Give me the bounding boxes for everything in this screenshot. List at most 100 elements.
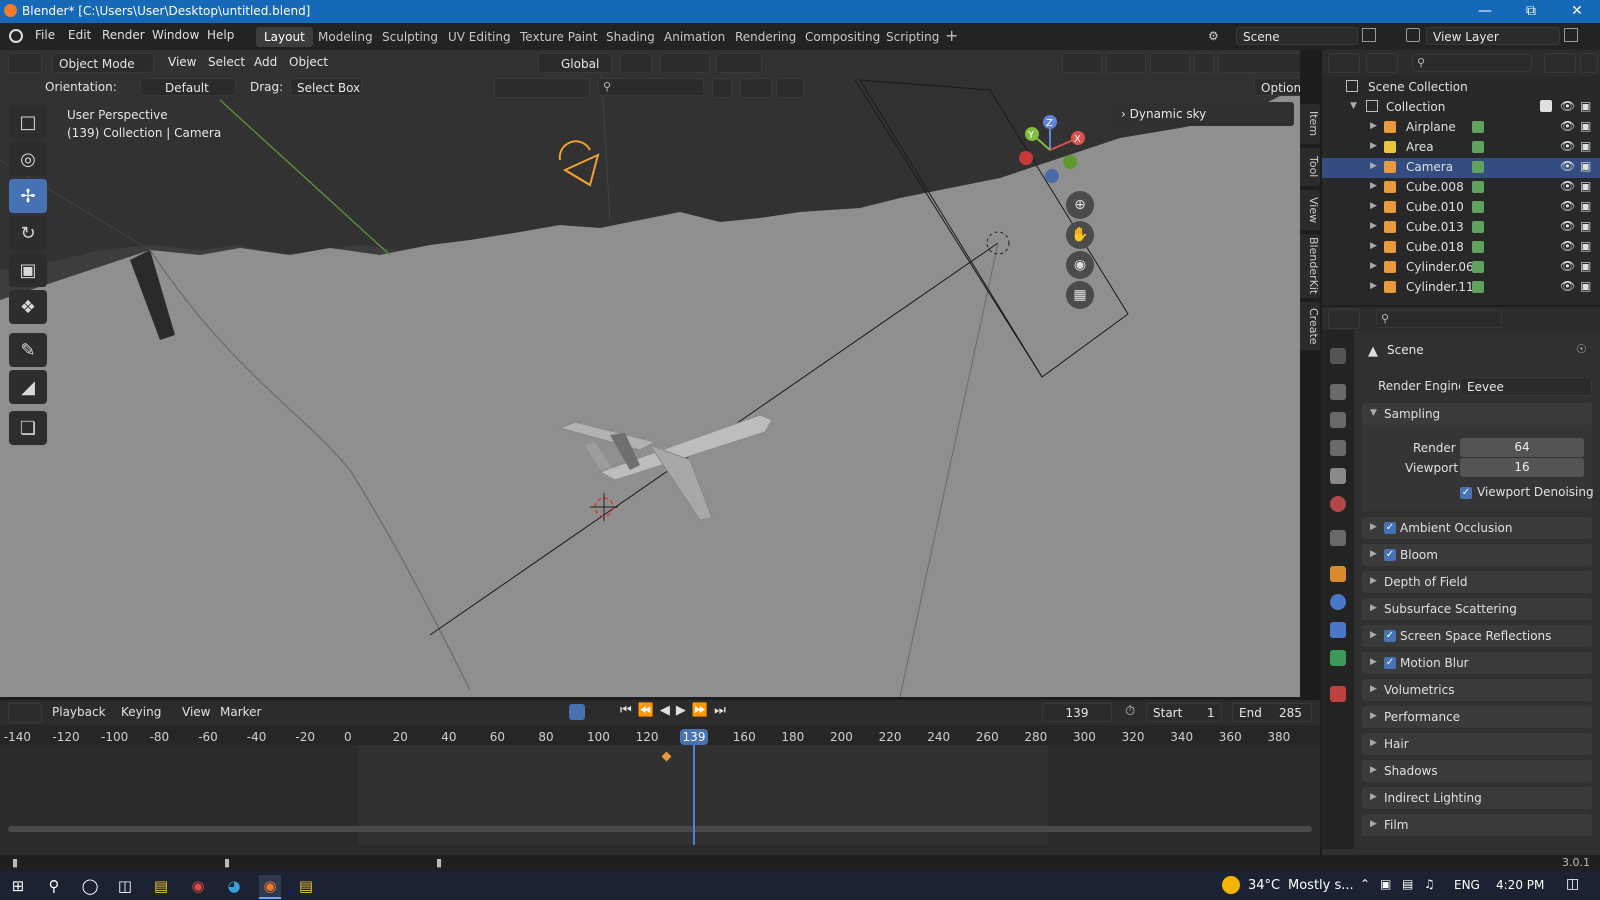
section-header[interactable]: ▶ Depth of Field: [1362, 571, 1592, 593]
section-header[interactable]: ▶ Shadows: [1362, 760, 1592, 782]
stopwatch-icon[interactable]: ⏱: [1125, 704, 1135, 719]
playback-controls-icon[interactable]: ⏮⏪◀▶⏩⏭: [620, 703, 732, 718]
render-engine-dropdown[interactable]: Eevee: [1460, 377, 1592, 396]
proportional-edit-icon[interactable]: [716, 53, 762, 73]
timeline-menu-marker[interactable]: Marker: [220, 705, 261, 719]
mesh-filter-icon[interactable]: [712, 78, 732, 98]
eye-icon[interactable]: 👁: [1560, 139, 1575, 153]
expand-icon[interactable]: ▶: [1370, 261, 1377, 271]
object-data-props-icon[interactable]: [1330, 650, 1346, 666]
pin-icon[interactable]: ☉: [1576, 342, 1587, 356]
camera-view-icon[interactable]: ◉: [1066, 251, 1094, 279]
tab-sculpting[interactable]: Sculpting: [374, 27, 446, 47]
viewport-menu-view[interactable]: View: [168, 55, 196, 69]
navigation-gizmo[interactable]: Z X Y: [1010, 110, 1090, 190]
dynamic-sky-panel[interactable]: › Dynamic sky: [1111, 102, 1294, 126]
section-header[interactable]: ▶ Film: [1362, 814, 1592, 836]
tab-rendering[interactable]: Rendering: [727, 27, 804, 47]
section-header[interactable]: ▶ ✓ Motion Blur: [1362, 652, 1592, 674]
timeline-panel[interactable]: [0, 700, 1320, 855]
chrome-icon[interactable]: ◉: [187, 875, 209, 897]
scene-props-icon[interactable]: [1330, 468, 1346, 484]
edge-icon[interactable]: ◕: [223, 875, 245, 897]
visibility-icon[interactable]: [1062, 53, 1102, 73]
eye-icon[interactable]: 👁: [1560, 239, 1575, 253]
annotate-tool[interactable]: ✎: [9, 333, 47, 367]
orientation-dropdown[interactable]: Default: [140, 78, 236, 96]
timeline-menu-view[interactable]: View: [182, 705, 210, 719]
constraints-props-icon[interactable]: [1330, 622, 1346, 638]
object-mode-dropdown[interactable]: Object Mode: [52, 53, 154, 73]
tab-shading[interactable]: Shading: [598, 27, 663, 47]
tab-modeling[interactable]: Modeling: [310, 27, 381, 47]
snap-target-icon[interactable]: [740, 78, 772, 98]
eye-icon[interactable]: 👁: [1560, 119, 1575, 133]
expand-icon[interactable]: ▶: [1370, 241, 1377, 251]
section-checkbox[interactable]: ✓: [1384, 549, 1396, 561]
outliner-item[interactable]: ▶ Camera 👁 ▣: [1322, 158, 1600, 178]
tab-layout[interactable]: Layout: [256, 27, 313, 47]
collection-props-icon[interactable]: [1330, 530, 1346, 546]
transform-tool[interactable]: ❖: [9, 290, 47, 324]
selection-mode-icons[interactable]: [494, 78, 590, 98]
3d-viewport[interactable]: Object Mode View Select Add Object Globa…: [0, 50, 1300, 697]
scene-collection-row[interactable]: Scene Collection: [1322, 78, 1600, 98]
checkbox-icon[interactable]: [1540, 100, 1552, 112]
outliner-filter-icon[interactable]: [1544, 53, 1576, 73]
eye-icon[interactable]: 👁: [1560, 99, 1575, 113]
snap-icon[interactable]: [660, 53, 710, 73]
start-frame-field[interactable]: Start 1: [1146, 703, 1222, 722]
section-header[interactable]: ▶ ✓ Ambient Occlusion: [1362, 517, 1592, 539]
viewport-denoising-checkbox[interactable]: ✓: [1460, 487, 1472, 499]
scene-field[interactable]: Scene: [1236, 27, 1358, 45]
render-camera-icon[interactable]: ▣: [1580, 279, 1591, 293]
viewport-menu-add[interactable]: Add: [254, 55, 277, 69]
auto-keying-icon[interactable]: [569, 704, 585, 720]
gizmo-toggle-icon[interactable]: [1106, 53, 1146, 73]
section-header[interactable]: ▶ Hair: [1362, 733, 1592, 755]
viewport-menu-select[interactable]: Select: [208, 55, 245, 69]
collection-row[interactable]: ▼ Collection 👁 ▣: [1322, 98, 1600, 118]
section-header[interactable]: ▶ Volumetrics: [1362, 679, 1592, 701]
clock-time[interactable]: 4:20 PM: [1496, 878, 1544, 892]
current-frame-field[interactable]: 139: [1042, 703, 1112, 722]
add-cube-tool[interactable]: ❏: [9, 411, 47, 445]
restore-icon[interactable]: ⧉: [1508, 0, 1554, 23]
editor-type-icon[interactable]: [8, 53, 42, 73]
tray-expand-icon[interactable]: ⌃: [1360, 877, 1370, 891]
outliner-item[interactable]: ▶ Airplane 👁 ▣: [1322, 118, 1600, 138]
viewport-menu-object[interactable]: Object: [289, 55, 328, 69]
section-header[interactable]: ▶ Indirect Lighting: [1362, 787, 1592, 809]
minimize-icon[interactable]: —: [1462, 0, 1508, 23]
end-frame-field[interactable]: End 285: [1232, 703, 1312, 722]
volume-icon[interactable]: ♫: [1424, 877, 1435, 891]
blender-taskbar-icon[interactable]: ◉: [259, 875, 281, 899]
network-icon[interactable]: ▤: [1402, 877, 1413, 891]
sidebar-tab-item[interactable]: Item: [1300, 104, 1320, 144]
outliner-item[interactable]: ▶ Cylinder.060 👁 ▣: [1322, 258, 1600, 278]
render-props-icon[interactable]: [1330, 384, 1346, 400]
output-props-icon[interactable]: [1330, 412, 1346, 428]
menu-file[interactable]: File: [35, 28, 55, 42]
render-camera-icon[interactable]: ▣: [1580, 159, 1591, 173]
sidebar-tab-blenderkit[interactable]: BlenderKit: [1300, 234, 1320, 298]
outliner-item[interactable]: ▶ Cube.018 👁 ▣: [1322, 238, 1600, 258]
outliner-item[interactable]: ▶ Area 👁 ▣: [1322, 138, 1600, 158]
menu-help[interactable]: Help: [207, 28, 234, 42]
tab-texture-paint[interactable]: Texture Paint: [512, 27, 605, 47]
close-icon[interactable]: ✕: [1554, 0, 1600, 23]
object-props-icon[interactable]: [1330, 566, 1346, 582]
sampling-section-header[interactable]: ▼ Sampling: [1362, 403, 1592, 425]
shading-modes-icon[interactable]: [1218, 53, 1300, 73]
section-checkbox[interactable]: ✓: [1384, 630, 1396, 642]
eye-icon[interactable]: 👁: [1560, 199, 1575, 213]
scene-browse-icon[interactable]: ⚙: [1208, 29, 1219, 43]
timeline-menu-playback[interactable]: Playback: [52, 705, 106, 719]
xray-icon[interactable]: [1194, 53, 1214, 73]
rotate-tool[interactable]: ↻: [9, 216, 47, 250]
tray-device-icon[interactable]: ▣: [1380, 877, 1391, 891]
expand-icon[interactable]: ▶: [1370, 181, 1377, 191]
eye-icon[interactable]: 👁: [1560, 259, 1575, 273]
search-icon[interactable]: ⚲: [43, 875, 65, 897]
select-box-tool[interactable]: □: [9, 105, 47, 139]
